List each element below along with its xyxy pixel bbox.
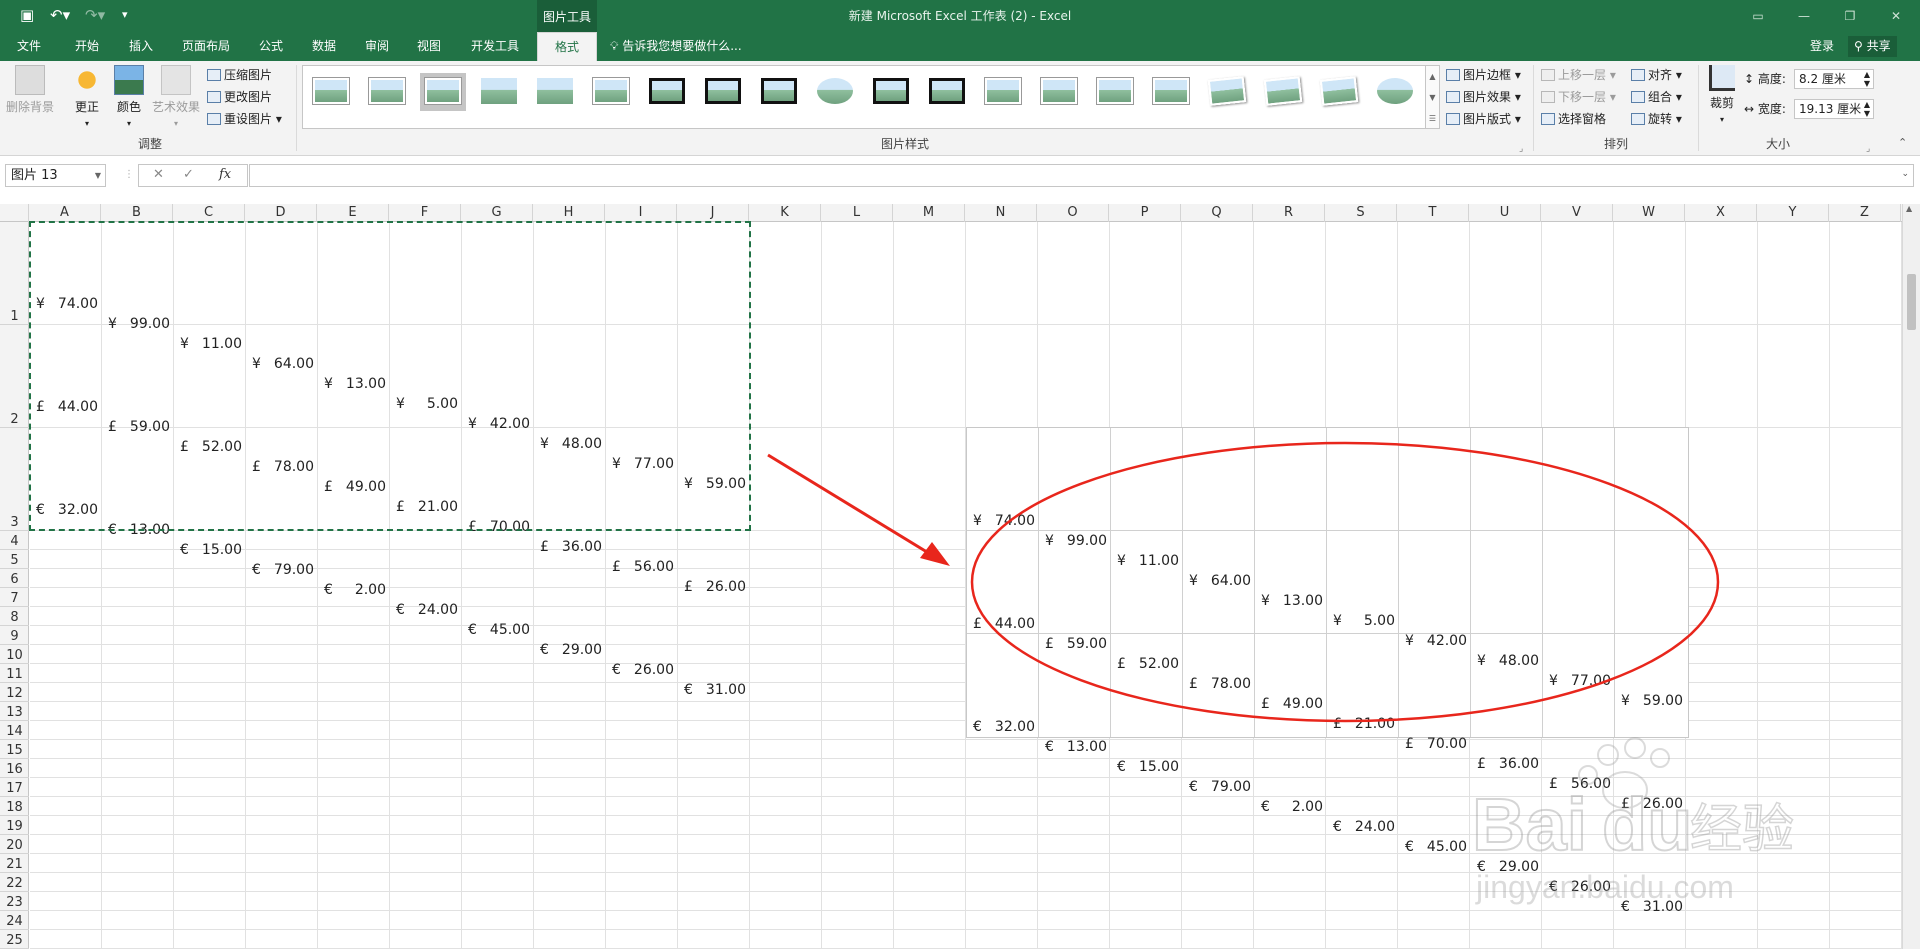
baidu-watermark: Bai du 经验 jingyan.baidu.com — [1471, 737, 1795, 905]
scroll-thumb[interactable] — [1907, 274, 1916, 330]
watermark-du-text: du — [1602, 783, 1692, 866]
watermark-baidu-text: Bai — [1472, 783, 1587, 866]
red-highlight-ellipse — [970, 441, 1720, 723]
watermark-jingyan-text: 经验 — [1690, 800, 1794, 860]
watermark-url: jingyan.baidu.com — [1475, 869, 1734, 905]
scroll-up-icon[interactable]: ▲ — [1906, 204, 1912, 213]
red-arrow — [767, 453, 950, 566]
annotation-layer: Bai du 经验 jingyan.baidu.com — [767, 441, 1795, 905]
vertical-scrollbar[interactable]: ▲ — [1902, 204, 1920, 949]
